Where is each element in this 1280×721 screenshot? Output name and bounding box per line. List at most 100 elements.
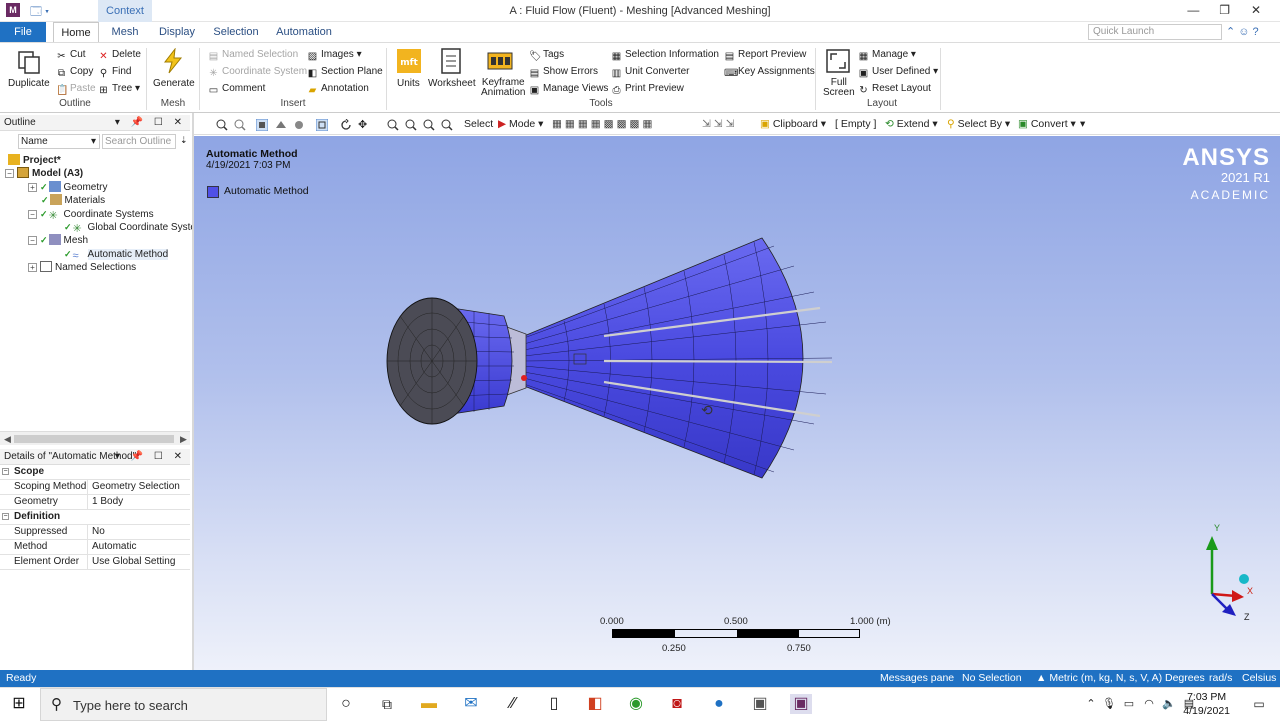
meshed-nozzle-model[interactable] [374,226,854,486]
tree-item-geometry[interactable]: + ✓ Geometry [28,181,107,194]
taskbar-search-box[interactable]: ⚲ Type here to search [40,688,327,721]
tree-item-coordinate-systems[interactable]: − ✓✳ Coordinate Systems [28,208,154,222]
select-button[interactable]: Select [464,118,493,130]
name-filter-select[interactable]: Name ▾ [18,134,100,149]
tree-item-model[interactable]: − Model (A3) [5,167,83,180]
manage-button[interactable]: ▦ Manage ▾ [858,49,916,62]
filter-options-icon[interactable]: ⇣ [180,135,188,146]
worksheet-button[interactable]: Worksheet [428,78,476,89]
zoom-in-icon[interactable] [216,119,228,131]
collapse-icon[interactable]: − [5,169,14,178]
clipboard-button[interactable]: ▣ Clipboard ▾ [760,118,826,130]
zoom-box-icon[interactable] [405,119,417,131]
box-select-icon[interactable] [316,119,328,131]
zoom-out-icon[interactable] [234,119,246,131]
toolbar-overflow-icon[interactable]: ▾ [1080,118,1085,130]
section-plane-button[interactable]: ◧ Section Plane [307,66,383,79]
scrollbar-thumb[interactable] [14,435,174,443]
manage-views-button[interactable]: ▣ Manage Views [529,83,609,96]
cut-button[interactable]: ✂ Cut [56,49,85,62]
app-icon-slash[interactable]: ⁄⁄ [502,694,524,714]
user-defined-button[interactable]: ▣ User Defined ▾ [858,66,938,79]
show-errors-button[interactable]: ▤ Show Errors [529,66,598,79]
collapse-icon[interactable]: − [2,468,9,475]
details-section-definition[interactable]: − Definition [0,510,190,525]
tab-selection[interactable]: Selection [210,22,262,42]
unit-converter-button[interactable]: ▥ Unit Converter [611,66,690,79]
volume-icon[interactable]: 🔈 [1158,694,1180,714]
wifi-icon[interactable]: ◠ [1138,694,1160,714]
expand-icon[interactable]: + [28,183,37,192]
named-selection-button[interactable]: ▤ Named Selection [208,49,298,62]
file-explorer-icon[interactable]: ▬ [418,694,440,714]
tree-item-mesh[interactable]: − ✓ Mesh [28,234,88,247]
collapse-icon[interactable]: − [28,210,37,219]
windows-start-icon[interactable]: ⊞ [8,694,30,714]
convert-button[interactable]: ▣ Convert ▾ [1018,118,1076,130]
scroll-left-icon[interactable]: ◀ [4,432,11,446]
tree-item-materials[interactable]: ✓ Materials [41,194,105,207]
zoom-icon[interactable] [387,119,399,131]
battery-icon[interactable]: ▭ [1118,694,1140,714]
tab-automation[interactable]: Automation [272,22,336,42]
task-view-icon[interactable]: ⧉ [376,694,398,714]
magnifier-icon[interactable] [441,119,453,131]
print-preview-button[interactable]: ⎙ Print Preview [611,83,684,96]
tab-home[interactable]: Home [53,22,99,42]
annotation-button[interactable]: ▰ Annotation [307,83,369,96]
close-button[interactable]: ✕ [1242,3,1270,17]
quick-launch-input[interactable]: Quick Launch [1088,24,1222,40]
tab-display[interactable]: Display [154,22,200,42]
details-row[interactable]: Element Order Use Global Setting [0,555,190,570]
details-row[interactable]: Suppressed No [0,525,190,540]
paste-button[interactable]: 📋 Paste [56,83,96,96]
rotate-icon[interactable] [340,119,352,131]
solidworks-icon[interactable]: ◙ [666,694,688,714]
axis-triad[interactable] [1192,522,1262,622]
restore-button[interactable]: ❐ [1211,3,1239,17]
tab-mesh[interactable]: Mesh [104,22,146,42]
workbench-icon[interactable]: ▣ [749,694,771,714]
meshing-app-icon[interactable]: ▣ [790,694,812,714]
messages-pane-button[interactable]: Messages pane [880,670,954,687]
selection-filter-icons[interactable]: ▦▦▦▦▩▩▩▦ [552,118,655,130]
details-section-scope[interactable]: − Scope [0,465,190,480]
zoom-to-fit-icon[interactable] [423,119,435,131]
full-screen-button[interactable]: Full Screen [823,78,855,98]
graphics-viewport[interactable]: Automatic Method 4/19/2021 7:03 PM Autom… [194,136,1280,670]
mode-button[interactable]: ▶ Mode ▾ [498,118,543,130]
tree-item-project[interactable]: Project* [8,154,61,167]
search-outline-input[interactable]: Search Outline [102,134,176,149]
keyframe-animation-button[interactable]: Keyframe Animation [481,78,525,98]
chrome-icon[interactable]: ◉ [625,694,647,714]
pan-icon[interactable]: ✥ [358,118,367,131]
report-preview-button[interactable]: ▤ Report Preview [724,49,807,62]
select-edge-icon[interactable] [293,119,305,131]
collapse-icon[interactable]: − [2,513,9,520]
select-by-button[interactable]: ⚲ Select By ▾ [947,118,1010,130]
find-button[interactable]: ⚲ Find [98,66,132,79]
office-icon[interactable]: ◧ [584,694,606,714]
select-body-icon[interactable] [256,119,268,131]
select-face-icon[interactable] [275,119,287,131]
comment-button[interactable]: ▭ Comment [208,83,266,96]
temperature-unit[interactable]: Celsius [1242,670,1276,687]
microphone-icon[interactable]: 🎙 [1098,694,1120,714]
tree-item-automatic-method[interactable]: ✓≈ Automatic Method [64,248,169,262]
expand-icon[interactable]: + [28,263,37,272]
rotational-velocity-unit[interactable]: rad/s [1209,670,1232,687]
reset-layout-button[interactable]: ↻ Reset Layout [858,83,931,96]
duplicate-button[interactable]: Duplicate [8,78,50,89]
cortana-icon[interactable]: ○ [335,694,357,714]
collapse-icon[interactable]: − [28,236,37,245]
copy-button[interactable]: ⧉ Copy [56,66,93,79]
details-row[interactable]: Scoping Method Geometry Selection [0,480,190,495]
tab-file[interactable]: File [0,22,46,42]
notifications-icon[interactable]: ▭ [1248,694,1270,714]
generate-button[interactable]: Generate [153,78,195,89]
minimize-button[interactable]: — [1179,3,1207,17]
mail-icon[interactable]: ✉ [460,694,482,714]
details-row[interactable]: Method Automatic [0,540,190,555]
tree-item-global-coordinate-system[interactable]: ✓✳ Global Coordinate System [64,221,204,235]
taskbar-clock[interactable]: 7:03 PM 4/19/2021 [1183,690,1230,718]
